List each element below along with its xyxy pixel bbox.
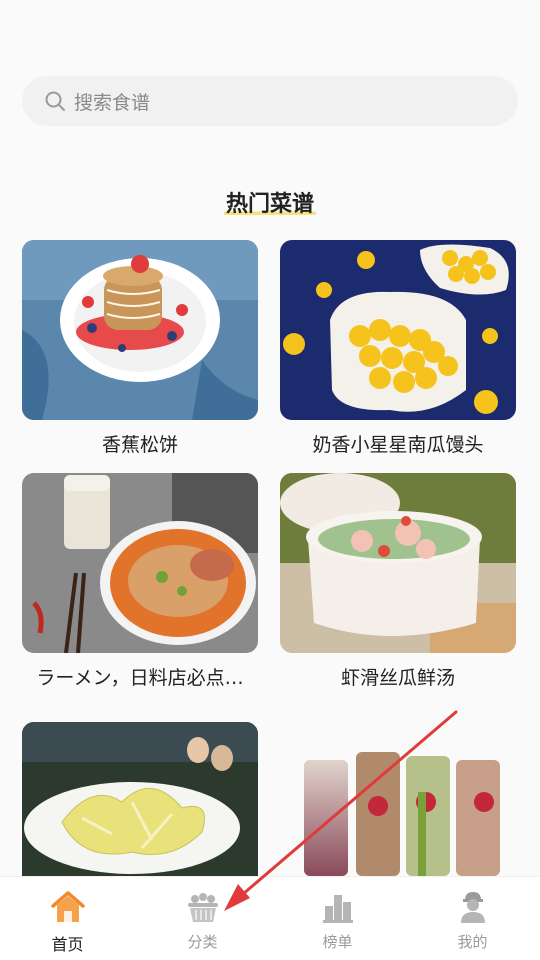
recipe-card[interactable] [280,722,516,886]
recipe-card[interactable]: ラーメン，日料店必点… [22,473,258,690]
recipe-photo-veggie-jars[interactable] [280,722,516,876]
recipe-card[interactable]: 香蕉松饼 [22,240,258,457]
recipe-title[interactable]: 香蕉松饼 [22,430,258,457]
recipe-photo-cabbage[interactable] [22,722,258,876]
user-icon [460,892,485,923]
recipe-title[interactable]: 虾滑丝瓜鲜汤 [280,663,516,690]
tab-ranking[interactable]: 榜单 [270,877,405,960]
search-icon [45,91,65,111]
recipe-card[interactable]: 奶香小星星南瓜馒头 [280,240,516,457]
bar-chart-icon [322,895,353,923]
recipe-photo-shrimp-soup[interactable] [280,473,516,653]
recipe-photo-pumpkin-buns[interactable] [280,240,516,420]
tab-profile-label: 我的 [457,933,488,951]
search-input[interactable]: 搜索食谱 [74,88,150,115]
recipe-card[interactable]: 虾滑丝瓜鲜汤 [280,473,516,690]
recipe-card[interactable] [22,722,258,886]
tab-category-label: 分类 [187,933,218,951]
home-icon [50,891,85,922]
section-title-wrap: 热门菜谱 [0,186,540,218]
basket-icon [187,893,218,922]
tab-profile[interactable]: 我的 [405,877,540,960]
search-bar[interactable]: 搜索食谱 [22,76,518,126]
section-title: 热门菜谱 [223,192,316,217]
tab-home-label: 首页 [51,935,84,954]
recipe-photo-pancakes[interactable] [22,240,258,420]
recipe-photo-ramen[interactable] [22,473,258,653]
tab-category[interactable]: 分类 [135,877,270,960]
recipe-title[interactable]: ラーメン，日料店必点… [22,663,258,690]
recipe-title[interactable]: 奶香小星星南瓜馒头 [280,430,516,457]
bottom-tab-bar: 首页 分类 榜单 我的 [0,876,540,960]
tab-home[interactable]: 首页 [0,877,135,960]
tab-ranking-label: 榜单 [322,933,353,951]
